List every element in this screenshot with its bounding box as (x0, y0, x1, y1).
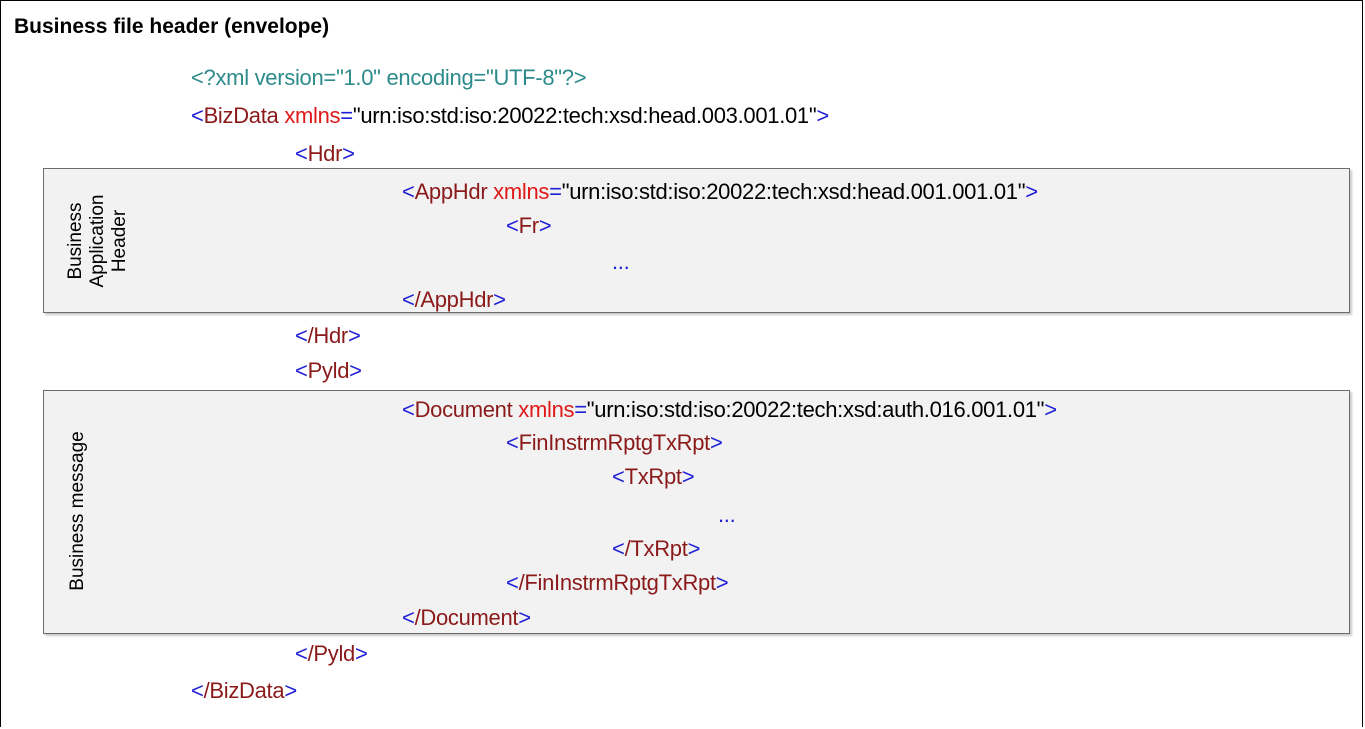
apphdr-open-line: <AppHdr xmlns="urn:iso:std:iso:20022:tec… (402, 179, 1038, 204)
apphdr-ellipsis: ... (612, 249, 630, 274)
hdr-close-line: </Hdr> (295, 323, 361, 348)
xml-declaration-text: <?xml version="1.0" encoding="UTF-8"?> (191, 65, 587, 90)
txrpt-ellipsis: ... (718, 502, 736, 527)
txrpt-close-line: </TxRpt> (612, 536, 701, 561)
pyld-close-line: </Pyld> (295, 641, 368, 666)
bah-label-line-3: Header (109, 209, 130, 273)
apphdr-close-line: </AppHdr> (402, 287, 506, 312)
document-open-line: <Document xmlns="urn:iso:std:iso:20022:t… (402, 397, 1057, 422)
bizdata-tag: BizData (203, 103, 279, 128)
business-message-label: Business message (67, 431, 88, 591)
bah-label-line-1: Business (65, 202, 86, 280)
txrpt-open-line: <TxRpt> (612, 464, 695, 489)
bizdata-namespace: "urn:iso:std:iso:20022:tech:xsd:head.003… (352, 103, 817, 128)
fininstrm-tag: FinInstrmRptgTxRpt (518, 430, 711, 455)
diagram-title: Business file header (envelope) (14, 15, 330, 38)
business-message-panel: Business message (43, 390, 1350, 634)
pyld-tag: Pyld (307, 358, 350, 383)
business-application-header-label: Business Application Header (65, 195, 131, 288)
fininstrm-open-line: <FinInstrmRptgTxRpt> (506, 430, 723, 455)
fr-tag: Fr (518, 213, 539, 238)
apphdr-xmlns-attr: xmlns (493, 179, 550, 204)
bizdata-open-line: <BizData xmlns="urn:iso:std:iso:20022:te… (191, 103, 829, 128)
xml-declaration: <?xml version="1.0" encoding="UTF-8"?> (191, 65, 587, 91)
document-tag: Document (414, 397, 513, 422)
bizdata-close-line: </BizData> (191, 678, 297, 703)
fininstrm-close-line: </FinInstrmRptgTxRpt> (506, 570, 729, 595)
bizdata-close-tag: /BizData (203, 678, 285, 703)
hdr-open-line: <Hdr> (295, 141, 355, 166)
bah-label-line-2: Application (87, 194, 108, 288)
document-namespace: "urn:iso:std:iso:20022:tech:xsd:auth.016… (586, 397, 1045, 422)
document-close-line: </Document> (402, 605, 531, 630)
pyld-close-tag: /Pyld (307, 641, 356, 666)
pyld-open-line: <Pyld> (295, 358, 362, 383)
fininstrm-close-tag: /FinInstrmRptgTxRpt (518, 570, 717, 595)
apphdr-namespace: "urn:iso:std:iso:20022:tech:xsd:head.001… (561, 179, 1026, 204)
envelope-frame: Business file header (envelope) Business… (0, 0, 1363, 727)
txrpt-close-tag: /TxRpt (624, 536, 688, 561)
document-xmlns-attr: xmlns (518, 397, 575, 422)
apphdr-tag: AppHdr (414, 179, 488, 204)
apphdr-close-tag: /AppHdr (414, 287, 494, 312)
hdr-close-tag: /Hdr (307, 323, 349, 348)
bizdata-xmlns-attr: xmlns (284, 103, 341, 128)
fr-open-line: <Fr> (506, 213, 552, 238)
txrpt-tag: TxRpt (624, 464, 682, 489)
hdr-tag: Hdr (307, 141, 343, 166)
document-close-tag: /Document (414, 605, 519, 630)
